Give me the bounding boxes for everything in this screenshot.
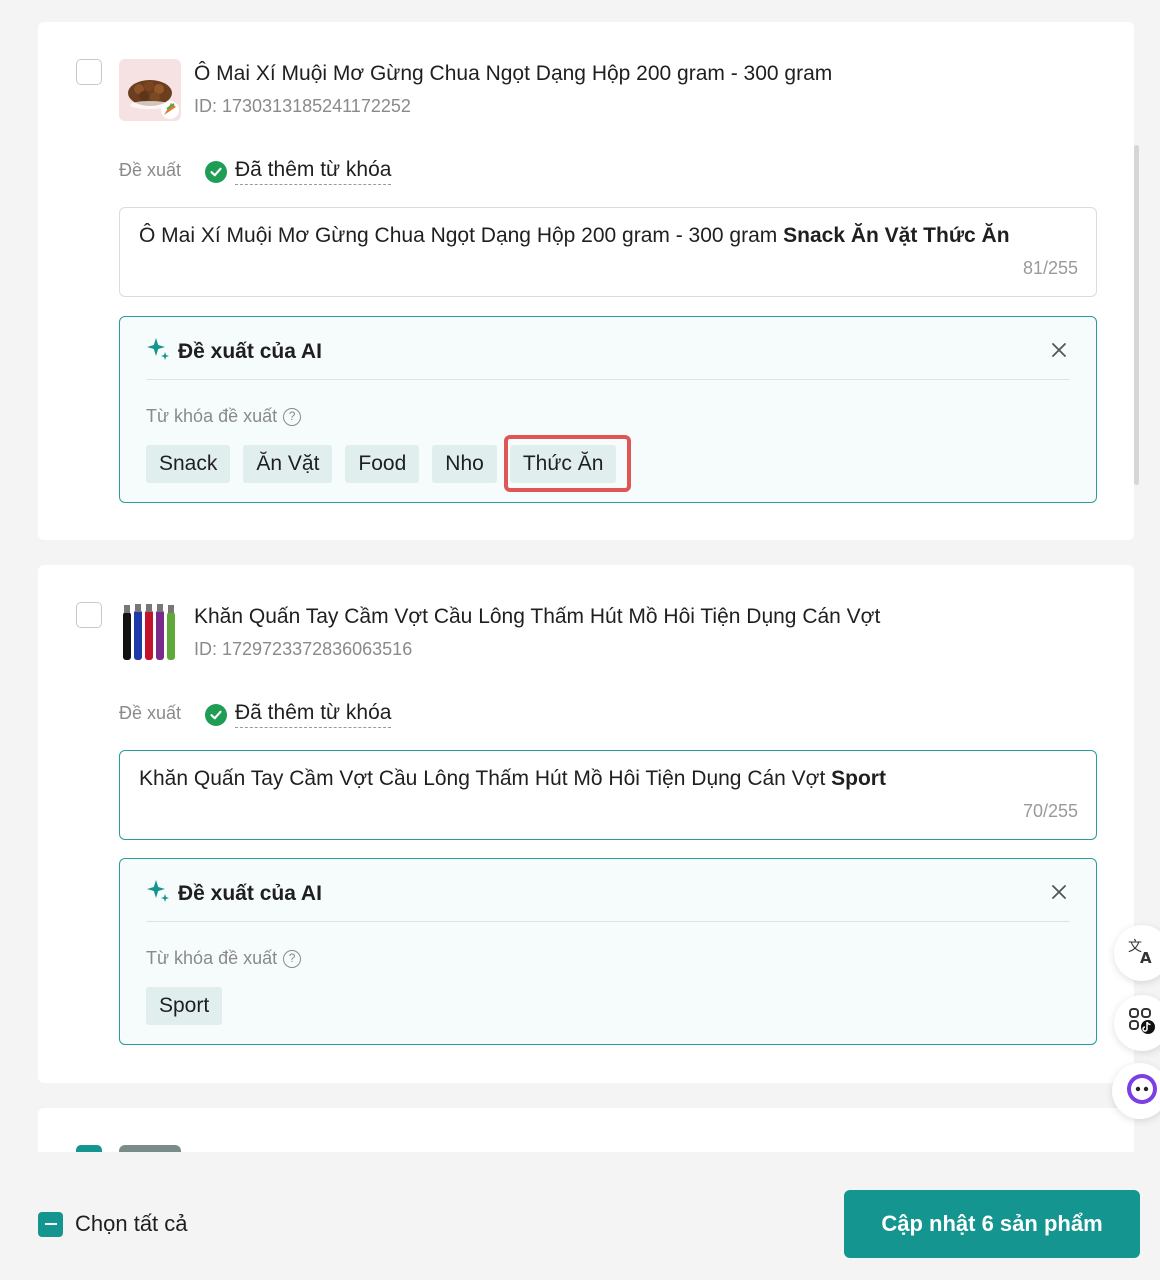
indeterminate-checkbox-icon bbox=[38, 1211, 63, 1237]
select-all-checkbox[interactable]: Chọn tất cả bbox=[38, 1211, 188, 1237]
product-checkbox[interactable] bbox=[76, 602, 102, 628]
ai-suggestion-title: Đề xuất của AI bbox=[178, 881, 322, 905]
suggested-keywords-label: Từ khóa đề xuất ? bbox=[146, 406, 302, 427]
update-products-button[interactable]: Cập nhật 6 sản phẩm bbox=[844, 1190, 1140, 1258]
keyword-chip[interactable]: Sport bbox=[146, 987, 223, 1025]
product-card: Khăn Quấn Tay Cầm Vợt Cầu Lông Thấm Hút … bbox=[38, 565, 1134, 1083]
ai-suggestion-panel: Đề xuất của AI Từ khóa đề xuất ? Sport bbox=[119, 858, 1097, 1045]
close-icon[interactable] bbox=[1048, 881, 1070, 903]
check-circle-icon bbox=[205, 703, 227, 726]
product-thumbnail bbox=[119, 59, 181, 121]
svg-text:A: A bbox=[1140, 949, 1152, 966]
suggest-label: Đề xuất bbox=[119, 703, 182, 723]
keywords-added-status[interactable]: Đã thêm từ khóa bbox=[205, 158, 392, 185]
keyword-chip[interactable]: Food bbox=[345, 445, 420, 483]
ai-suggestion-title: Đề xuất của AI bbox=[178, 339, 322, 363]
check-circle-icon bbox=[205, 160, 227, 183]
title-input[interactable]: Ô Mai Xí Muội Mơ Gừng Chua Ngọt Dạng Hộp… bbox=[119, 207, 1097, 297]
scrollbar[interactable] bbox=[1134, 145, 1139, 485]
title-input-value: Ô Mai Xí Muội Mơ Gừng Chua Ngọt Dạng Hộp… bbox=[139, 224, 1010, 247]
assistant-button[interactable] bbox=[1112, 1063, 1160, 1119]
help-icon[interactable]: ? bbox=[283, 949, 302, 968]
highlight-box bbox=[504, 435, 631, 492]
select-all-label: Chọn tất cả bbox=[75, 1211, 188, 1236]
keyword-chip[interactable]: Ăn Vặt bbox=[243, 445, 333, 483]
char-count: 70/255 bbox=[1022, 801, 1078, 821]
product-title: Khăn Quấn Tay Cầm Vợt Cầu Lông Thấm Hút … bbox=[194, 605, 881, 628]
apps-icon bbox=[1127, 1006, 1157, 1041]
title-input[interactable]: Khăn Quấn Tay Cầm Vợt Cầu Lông Thấm Hút … bbox=[119, 750, 1097, 840]
help-icon[interactable]: ? bbox=[283, 407, 302, 426]
divider bbox=[146, 921, 1070, 922]
char-count: 81/255 bbox=[1022, 258, 1078, 278]
ai-suggestion-header: Đề xuất của AI bbox=[146, 337, 322, 366]
suggested-keywords-label: Từ khóa đề xuất ? bbox=[146, 948, 302, 969]
keywords-added-label: Đã thêm từ khóa bbox=[235, 158, 392, 185]
product-card: Ô Mai Xí Muội Mơ Gừng Chua Ngọt Dạng Hộp… bbox=[38, 22, 1134, 540]
footer-bar: Chọn tất cả Cập nhật 6 sản phẩm bbox=[0, 1152, 1160, 1280]
keyword-chip[interactable]: Nho bbox=[432, 445, 497, 483]
product-title: Ô Mai Xí Muội Mơ Gừng Chua Ngọt Dạng Hộp… bbox=[194, 62, 833, 85]
product-thumbnail bbox=[119, 602, 181, 664]
assistant-icon bbox=[1125, 1072, 1159, 1111]
divider bbox=[146, 379, 1070, 380]
suggest-label: Đề xuất bbox=[119, 160, 182, 180]
keywords-added-status[interactable]: Đã thêm từ khóa bbox=[205, 701, 392, 728]
translate-icon: 文 A bbox=[1127, 936, 1157, 971]
close-icon[interactable] bbox=[1048, 339, 1070, 361]
product-id: ID: 1729723372836063516 bbox=[194, 639, 413, 659]
keyword-chip[interactable]: Snack bbox=[146, 445, 231, 483]
keyword-chips: Sport bbox=[146, 987, 223, 1025]
product-id: ID: 1730313185241172252 bbox=[194, 96, 411, 116]
ai-suggestion-header: Đề xuất của AI bbox=[146, 879, 322, 908]
sparkle-icon bbox=[146, 337, 170, 366]
product-list[interactable]: Ô Mai Xí Muội Mơ Gừng Chua Ngọt Dạng Hộp… bbox=[0, 0, 1160, 1152]
sparkle-icon bbox=[146, 879, 170, 908]
title-input-value: Khăn Quấn Tay Cầm Vợt Cầu Lông Thấm Hút … bbox=[139, 767, 886, 790]
product-thumbnail bbox=[119, 1145, 181, 1152]
keywords-added-label: Đã thêm từ khóa bbox=[235, 701, 392, 728]
product-card bbox=[38, 1108, 1134, 1152]
product-checkbox[interactable] bbox=[76, 1145, 102, 1152]
product-checkbox[interactable] bbox=[76, 59, 102, 85]
